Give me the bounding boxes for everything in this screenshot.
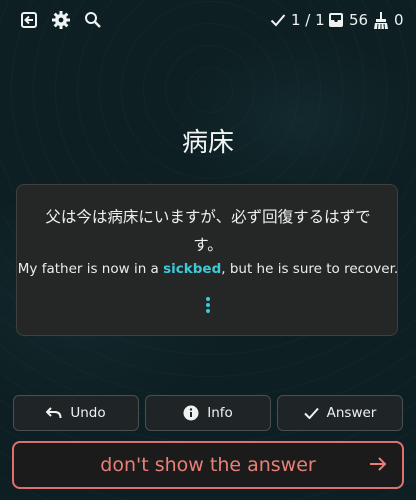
answer-label: Answer — [326, 405, 377, 421]
inbox-count: 56 — [349, 11, 369, 29]
sentence-english-after: , but he is sure to recover. — [221, 261, 399, 277]
info-button[interactable]: Info — [145, 395, 271, 431]
info-icon — [183, 405, 199, 421]
gear-icon[interactable] — [50, 9, 72, 31]
vocab-word: 病床 — [181, 128, 234, 158]
check-icon — [303, 407, 319, 419]
broom-icon — [374, 11, 388, 29]
top-toolbar: 1 / 1 56 0 — [0, 0, 416, 40]
dont-show-answer-button[interactable]: don't show the answer — [12, 441, 404, 489]
dont-show-answer-label: don't show the answer — [100, 454, 316, 476]
sentence-english-before: My father is now in a — [17, 261, 164, 277]
arrow-right-icon — [370, 457, 387, 471]
more-options-icon[interactable] — [204, 297, 212, 315]
exit-icon[interactable] — [18, 9, 40, 31]
check-icon — [270, 14, 286, 27]
undo-label: Undo — [70, 405, 106, 421]
sentence-japanese: 父は今は病床にいますが、必ず回復するはずです。 — [45, 208, 371, 254]
progress-counter: 1 / 1 — [270, 9, 325, 31]
answer-button[interactable]: Answer — [277, 395, 403, 431]
search-icon[interactable] — [82, 9, 104, 31]
progress-text: 1 / 1 — [291, 11, 325, 29]
inbox-counter: 56 — [328, 9, 368, 31]
sweep-count: 0 — [394, 11, 404, 29]
highlighted-word: sickbed — [163, 261, 222, 277]
inbox-icon — [329, 13, 343, 27]
sweep-counter: 0 — [373, 9, 404, 31]
undo-button[interactable]: Undo — [13, 395, 139, 431]
undo-icon — [46, 407, 62, 419]
example-card: 父は今は病床にいますが、必ず回復するはずです。 My father is now… — [16, 184, 398, 336]
info-label: Info — [207, 405, 233, 421]
sentence-english: My father is now in a sickbed, but he is… — [17, 261, 399, 277]
